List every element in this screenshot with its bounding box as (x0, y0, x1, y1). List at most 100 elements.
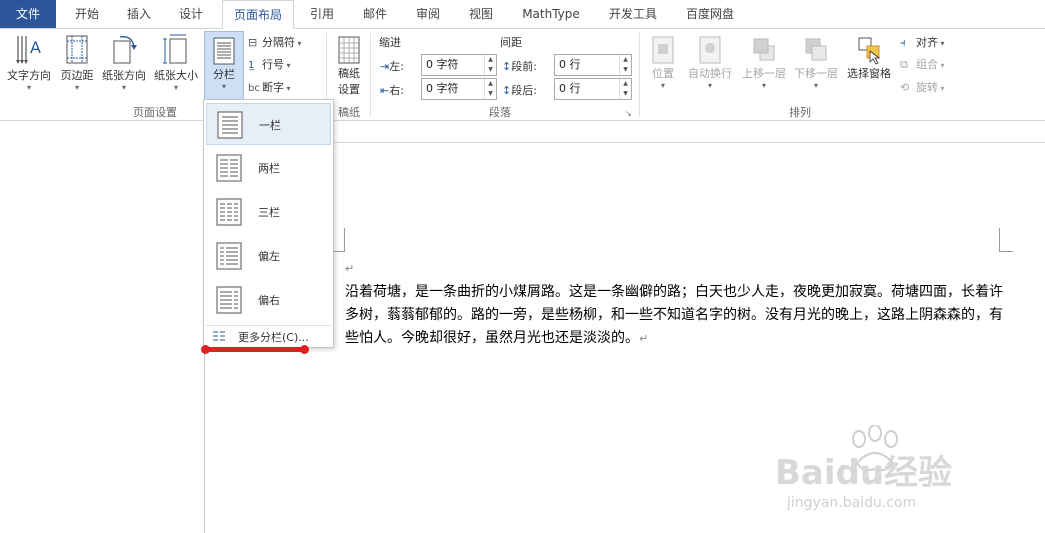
align-button[interactable]: ⫞ 对齐 ▾ (900, 32, 945, 54)
spacing-after-field[interactable]: 0 行 ▲ ▼ (554, 78, 632, 100)
chevron-down-icon: ▾ (173, 83, 178, 92)
indent-title: 缩进 (379, 36, 401, 49)
rotate-button[interactable]: ⟲ 旋转 ▾ (900, 77, 945, 99)
align-label: 对齐 (916, 36, 938, 49)
spacing-before-text: 段前: (511, 60, 537, 73)
line-numbers-button[interactable]: 1̲ 行号 ▾ (248, 54, 291, 76)
group-objects-button[interactable]: ⧉ 组合 ▾ (900, 54, 945, 76)
chevron-down-icon: ▾ (707, 81, 712, 90)
columns-icon (213, 37, 235, 65)
margins-icon (66, 35, 88, 64)
chevron-down-icon: ▾ (26, 83, 31, 92)
spacing-before-field[interactable]: 0 行 ▲ ▼ (554, 54, 632, 76)
group-icon: ⧉ (900, 58, 908, 71)
tab-developer[interactable]: 开发工具 (597, 0, 669, 28)
chevron-down-icon: ▾ (813, 81, 818, 90)
document-paragraph[interactable]: 沿着荷塘，是一条曲折的小煤屑路。这是一条幽僻的路；白天也少人走，夜晚更加寂寞。荷… (345, 281, 1005, 350)
bring-forward-button[interactable]: 上移一层 ▾ (739, 35, 789, 91)
tab-insert[interactable]: 插入 (114, 0, 164, 28)
tab-file[interactable]: 文件 (0, 0, 56, 28)
paper-size-button[interactable]: 纸张大小 ▾ (150, 33, 202, 93)
chevron-down-icon: ▾ (938, 39, 945, 48)
menu-item-three-columns[interactable]: 三栏 (206, 191, 331, 233)
chevron-down-icon: ▾ (284, 61, 291, 70)
text-direction-button[interactable]: A 文字方向 ▾ (2, 33, 56, 93)
indent-left-label: ⇥左: (380, 58, 404, 74)
hyphenation-icon: bc (248, 83, 260, 94)
menu-item-two-columns[interactable]: 两栏 (206, 147, 331, 189)
indent-right-label: ⇤右: (380, 82, 404, 98)
dialog-launcher-icon[interactable]: ↘ (625, 109, 632, 118)
chevron-down-icon: ▾ (221, 82, 226, 91)
orientation-label: 纸张方向 (102, 69, 146, 82)
tab-home[interactable]: 开始 (62, 0, 112, 28)
baidu-watermark: Baidu经验 jingyan.baidu.com (775, 425, 995, 525)
spacing-before-icon: ↕ (502, 60, 512, 73)
line-numbers-label: 行号 (262, 58, 284, 71)
paper-size-icon (163, 34, 187, 64)
tab-review[interactable]: 审阅 (403, 0, 453, 28)
spacing-before-value: 0 行 (559, 58, 581, 71)
watermark-brand: Baidu经验 (775, 453, 953, 493)
spinner-icon[interactable]: ▲ ▼ (484, 79, 496, 99)
position-label: 位置 (652, 67, 674, 80)
indent-right-field[interactable]: 0 字符 ▲ ▼ (421, 78, 497, 100)
more-columns-icon (213, 331, 225, 341)
tab-page-layout[interactable]: 页面布局 (222, 0, 294, 29)
hyphenation-button[interactable]: bc 断字 ▾ (248, 77, 291, 99)
manuscript-label-1: 稿纸 (338, 67, 360, 80)
selection-pane-button[interactable]: 选择窗格 (843, 35, 895, 81)
manuscript-icon (338, 36, 360, 64)
tab-mathtype[interactable]: MathType (512, 0, 590, 28)
two-columns-label: 两栏 (258, 162, 280, 175)
spinner-icon[interactable]: ▲ ▼ (619, 79, 631, 99)
indent-left-icon: ⇥ (380, 60, 390, 73)
manuscript-label-2: 设置 (338, 83, 360, 96)
breaks-button[interactable]: ⊟ 分隔符 ▾ (248, 32, 302, 54)
menu-item-right-column[interactable]: 偏右 (206, 279, 331, 321)
tab-baidu-netdisk[interactable]: 百度网盘 (674, 0, 746, 28)
chevron-down-icon: ▾ (284, 84, 291, 93)
breaks-icon: ⊟ (248, 36, 258, 49)
spinner-icon[interactable]: ▲ ▼ (619, 55, 631, 75)
three-columns-icon (216, 198, 242, 226)
manuscript-settings-button[interactable]: 稿纸 设置 (332, 35, 366, 97)
tab-view[interactable]: 视图 (456, 0, 506, 28)
spacing-after-value: 0 行 (559, 82, 581, 95)
annotation-underline (204, 347, 308, 352)
bring-forward-label: 上移一层 (742, 67, 786, 80)
columns-button[interactable]: 分栏 ▾ (204, 31, 244, 101)
columns-dropdown-menu: 一栏 两栏 三栏 偏左 偏右 更多分栏(C)... (203, 99, 334, 348)
text-direction-label: 文字方向 (7, 69, 51, 82)
menu-item-left-column[interactable]: 偏左 (206, 235, 331, 277)
position-button[interactable]: 位置 ▾ (645, 35, 681, 91)
orientation-icon (113, 36, 137, 64)
tab-mailings[interactable]: 邮件 (350, 0, 400, 28)
margins-button[interactable]: 页边距 ▾ (56, 33, 98, 93)
paragraph-group-label: 段落 (489, 106, 511, 119)
chevron-down-icon: ▾ (938, 61, 945, 70)
navigation-pane (0, 121, 205, 533)
rotate-icon: ⟲ (900, 81, 910, 94)
wrap-text-icon (699, 36, 721, 64)
manuscript-group-label: 稿纸 (338, 106, 360, 119)
left-column-icon (216, 242, 242, 270)
hyphenation-label: 断字 (262, 81, 284, 94)
chevron-down-icon: ▾ (295, 39, 302, 48)
indent-left-field[interactable]: 0 字符 ▲ ▼ (421, 54, 497, 76)
chevron-down-icon: ▾ (74, 83, 79, 92)
menu-item-one-column[interactable]: 一栏 (206, 103, 331, 145)
send-backward-button[interactable]: 下移一层 ▾ (791, 35, 841, 91)
orientation-button[interactable]: 纸张方向 ▾ (98, 33, 150, 93)
spinner-icon[interactable]: ▲ ▼ (484, 55, 496, 75)
tab-design[interactable]: 设计 (166, 0, 216, 28)
indent-right-icon: ⇤ (380, 84, 390, 97)
right-column-icon (216, 286, 242, 314)
menu-item-more-columns[interactable]: 更多分栏(C)... (206, 325, 331, 345)
spacing-after-icon: ↕ (502, 84, 512, 97)
text-direction-icon: A (16, 36, 41, 64)
tab-references[interactable]: 引用 (297, 0, 347, 28)
wrap-text-button[interactable]: 自动换行 ▾ (683, 35, 737, 91)
selection-pane-icon (858, 37, 881, 65)
breaks-label: 分隔符 (262, 36, 295, 49)
